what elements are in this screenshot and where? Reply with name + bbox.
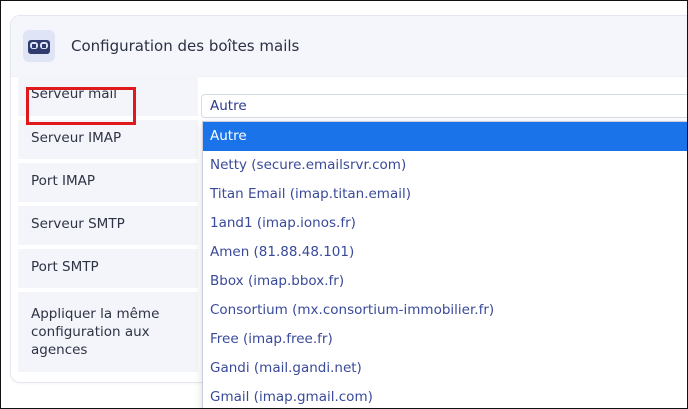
label-text: Appliquer la même configuration aux agen… [31,306,160,358]
label-text: Serveur SMTP [31,216,125,232]
label-smtp-port: Port SMTP [18,249,198,288]
label-smtp-server: Serveur SMTP [18,206,198,245]
mail-server-select[interactable]: Autre [201,94,687,118]
label-text: Port IMAP [31,173,96,189]
mail-server-dropdown[interactable]: Autre Netty (secure.emailsrvr.com) Titan… [202,121,687,408]
label-imap-server: Serveur IMAP [18,120,198,159]
dropdown-option[interactable]: Autre [203,122,687,151]
label-apply-agencies: Appliquer la même configuration aux agen… [18,292,198,372]
page-frame: Configuration des boîtes mails Serveur m… [0,0,688,409]
dropdown-option[interactable]: Free (imap.free.fr) [203,325,687,354]
dropdown-option[interactable]: Bbox (imap.bbox.fr) [203,267,687,296]
label-text: Port SMTP [31,259,99,275]
mail-server-highlight [26,87,136,125]
label-imap-port: Port IMAP [18,163,198,202]
label-text: Serveur IMAP [31,130,122,146]
dropdown-option[interactable]: Gandi (mail.gandi.net) [203,354,687,383]
dropdown-option[interactable]: Titan Email (imap.titan.email) [203,180,687,209]
select-value: Autre [210,98,247,114]
dropdown-option[interactable]: Amen (81.88.48.101) [203,238,687,267]
dropdown-option[interactable]: 1and1 (imap.ionos.fr) [203,209,687,238]
card-title: Configuration des boîtes mails [71,37,300,55]
dropdown-option[interactable]: Gmail (imap.gmail.com) [203,383,687,408]
dropdown-option[interactable]: Netty (secure.emailsrvr.com) [203,151,687,180]
dropdown-option[interactable]: Consortium (mx.consortium-immobilier.fr) [203,296,687,325]
card-header: Configuration des boîtes mails [11,16,687,77]
mailbox-icon [23,30,55,62]
